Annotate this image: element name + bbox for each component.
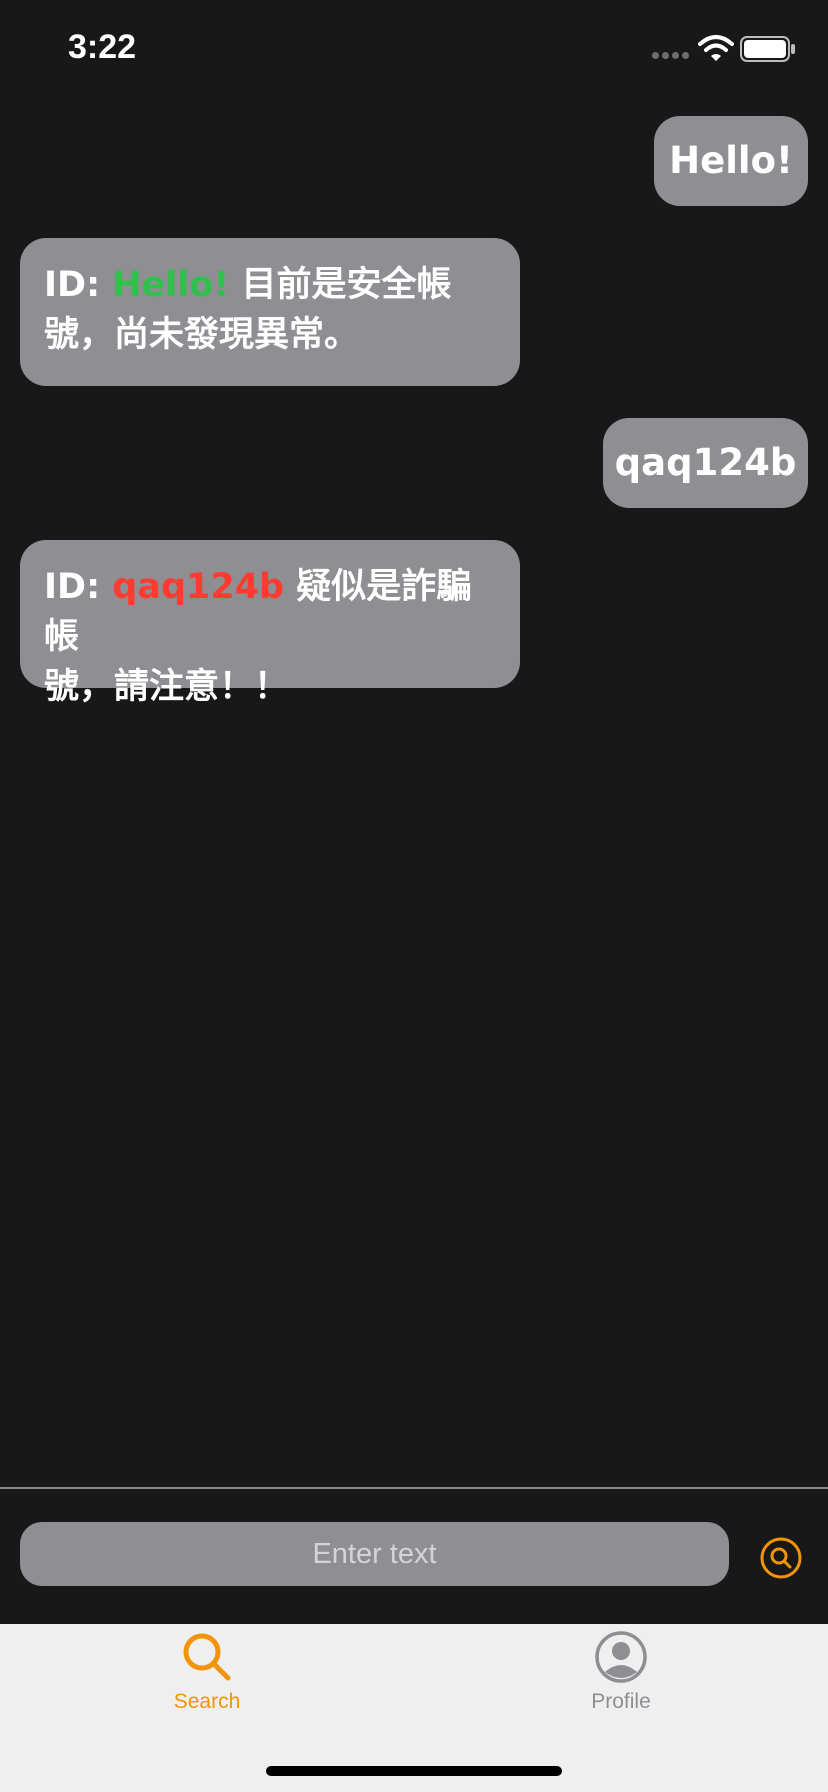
message-text: 目前是安全帳	[229, 265, 452, 305]
tab-search[interactable]: Search	[127, 1624, 287, 1734]
input-divider	[0, 1487, 828, 1489]
profile-icon	[595, 1631, 647, 1683]
message-prefix: ID:	[44, 265, 113, 305]
message-line: 號，尚未發現異常。	[44, 310, 496, 360]
home-indicator[interactable]	[266, 1766, 562, 1776]
chat-screen: 3:22 Hello! ID: Hello! 目前是安全帳 號，尚未發現異常。 …	[0, 0, 828, 1792]
message-text: Hello!	[669, 139, 793, 182]
input-placeholder: Enter text	[312, 1538, 437, 1570]
signal-dots-icon	[652, 52, 689, 59]
message-line: ID: qaq124b 疑似是詐騙帳	[44, 562, 496, 662]
status-bar: 3:22	[0, 0, 828, 100]
status-time: 3:22	[68, 28, 137, 66]
battery-icon	[740, 36, 795, 62]
tab-label: Profile	[591, 1690, 651, 1713]
message-prefix: ID:	[44, 567, 113, 607]
incoming-message: ID: qaq124b 疑似是詐騙帳 號，請注意！！	[20, 540, 520, 707]
message-line: ID: Hello! 目前是安全帳	[44, 260, 496, 310]
wifi-icon	[698, 35, 734, 61]
account-id-fraud: qaq124b	[112, 567, 285, 607]
message-text: 號，尚未發現異常。	[44, 315, 360, 355]
search-icon[interactable]	[759, 1536, 803, 1580]
message-line: 號，請注意！！	[44, 662, 496, 712]
message-text: 號，請注意！！	[44, 667, 290, 707]
search-icon	[183, 1633, 231, 1681]
text-input[interactable]: Enter text	[20, 1522, 729, 1586]
account-id-safe: Hello!	[112, 265, 230, 305]
message-text: qaq124b	[614, 441, 797, 484]
outgoing-message: Hello!	[654, 116, 808, 206]
tab-profile[interactable]: Profile	[541, 1624, 701, 1734]
tab-label: Search	[173, 1690, 241, 1713]
tab-bar: Search Profile	[0, 1624, 828, 1792]
outgoing-message: qaq124b	[603, 418, 808, 508]
incoming-message: ID: Hello! 目前是安全帳 號，尚未發現異常。	[20, 238, 520, 386]
